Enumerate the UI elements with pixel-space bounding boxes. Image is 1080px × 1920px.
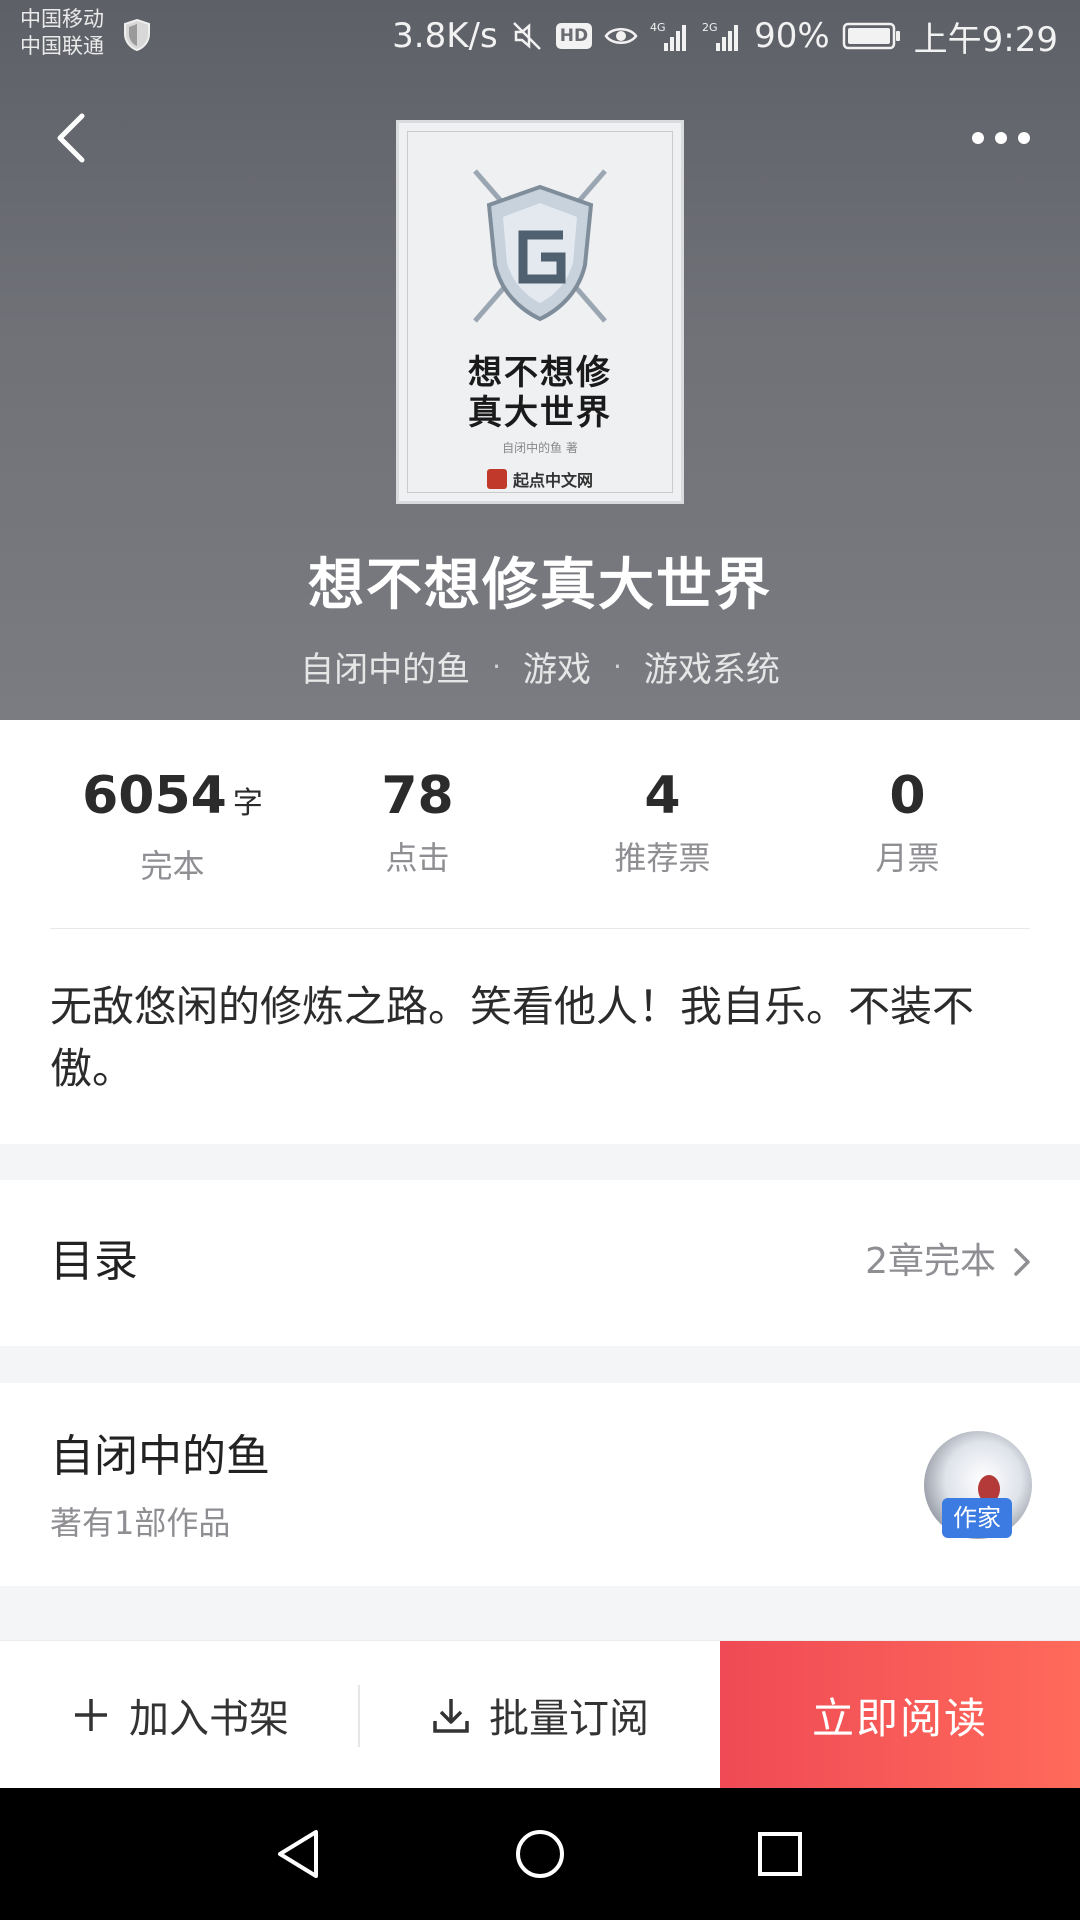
book-intro[interactable]: 无敌悠闲的修炼之路。笑看他人！我自乐。不装不傲。 (50, 976, 1000, 1100)
signal-4g-icon: 4G (650, 21, 687, 51)
meta-separator: · (613, 650, 622, 683)
bulk-subscribe-button[interactable]: 批量订阅 (360, 1641, 720, 1789)
nav-recents-icon[interactable] (752, 1826, 808, 1882)
carrier-2: 中国联通 (20, 34, 104, 58)
author-badge: 作家 (942, 1498, 1012, 1538)
toc-summary: 2章完本 (865, 1238, 1034, 1286)
chevron-right-icon (1014, 1248, 1030, 1276)
author-row[interactable]: 自闭中的鱼 著有1部作品 (0, 1383, 1080, 1586)
svg-text:4G: 4G (650, 21, 666, 34)
publisher-seal-icon (486, 469, 507, 489)
stat-label: 完本 (140, 847, 205, 885)
download-icon (433, 1699, 469, 1733)
signal-2g-icon: 2G (702, 21, 739, 51)
hd-icon: HD (555, 23, 593, 49)
more-options-icon[interactable] (966, 118, 1036, 158)
battery-percent: 90% (754, 16, 830, 56)
book-subcategory[interactable]: 游戏系统 (644, 642, 780, 691)
stat-label: 月票 (875, 839, 940, 877)
carrier-1: 中国移动 (20, 7, 104, 31)
stat-unit: 字 (232, 786, 263, 821)
clock: 上午9:29 (913, 19, 1058, 60)
status-icons: 3.8K/s HD 4G 2G 90% 上午9:29 (392, 14, 1058, 60)
book-cover[interactable]: 想不想修 真大世界 自闭中的鱼 著 起点中文网 (396, 120, 684, 504)
publisher-name: 起点中文网 (512, 471, 593, 490)
stats-row: 6054 字 完本 78 点击 4 推荐票 0 月票 (50, 764, 1030, 886)
divider (50, 928, 1030, 929)
carrier-info: 中国移动 中国联通 (20, 6, 104, 60)
battery-icon (842, 22, 900, 50)
stat-value: 4 (644, 766, 681, 826)
add-to-shelf-label: 加入书架 (129, 1696, 289, 1742)
stat-word-count: 6054 字 完本 (50, 764, 295, 886)
book-author-link[interactable]: 自闭中的鱼 (300, 642, 470, 691)
stat-label: 点击 (385, 839, 450, 877)
book-meta: 自闭中的鱼 · 游戏 · 游戏系统 (0, 642, 1080, 691)
stat-value: 6054 (82, 766, 227, 826)
meta-separator: · (492, 650, 501, 683)
bulk-subscribe-label: 批量订阅 (489, 1696, 649, 1742)
svg-text:2G: 2G (702, 21, 718, 34)
book-header: 中国移动 中国联通 3.8K/s HD 4G 2G 90% 上午9:29 想不想… (0, 0, 1080, 720)
toc-title: 目录 (50, 1236, 138, 1287)
book-info-card: 6054 字 完本 78 点击 4 推荐票 0 月票 无敌悠闲的修炼之路。笑看他人… (0, 720, 1080, 1144)
shield-icon (124, 18, 150, 52)
status-bar: 中国移动 中国联通 3.8K/s HD 4G 2G 90% 上午9:29 (0, 0, 1080, 72)
stat-recommend-votes[interactable]: 4 推荐票 (540, 764, 785, 886)
plus-icon (75, 1699, 107, 1731)
stat-value: 0 (889, 766, 926, 826)
add-to-shelf-button[interactable]: 加入书架 (0, 1641, 360, 1789)
eye-icon (604, 28, 638, 44)
cover-title-line2: 真大世界 (468, 393, 612, 433)
shield-emblem-icon (473, 169, 607, 323)
toc-row[interactable]: 目录 2章完本 (0, 1180, 1080, 1346)
author-name: 自闭中的鱼 (50, 1431, 270, 1482)
cover-author: 自闭中的鱼 著 (502, 441, 578, 455)
stat-value: 78 (381, 766, 454, 826)
stat-monthly-votes[interactable]: 0 月票 (785, 764, 1030, 886)
action-bar: 加入书架 批量订阅 立即阅读 (0, 1640, 1080, 1789)
toc-chapter-count: 2章完本 (865, 1241, 996, 1282)
net-speed: 3.8K/s (392, 16, 498, 56)
nav-back-icon[interactable] (272, 1826, 328, 1882)
author-works: 著有1部作品 (50, 1504, 231, 1542)
read-now-button[interactable]: 立即阅读 (720, 1641, 1080, 1789)
book-title: 想不想修真大世界 (308, 552, 772, 618)
back-icon[interactable] (48, 108, 98, 168)
mute-icon (512, 22, 541, 50)
system-nav-bar (0, 1788, 1080, 1920)
nav-home-icon[interactable] (512, 1826, 568, 1882)
stat-label: 推荐票 (614, 839, 711, 877)
cover-publisher: 起点中文网 (399, 467, 681, 491)
stat-clicks: 78 点击 (295, 764, 540, 886)
book-category[interactable]: 游戏 (523, 642, 591, 691)
